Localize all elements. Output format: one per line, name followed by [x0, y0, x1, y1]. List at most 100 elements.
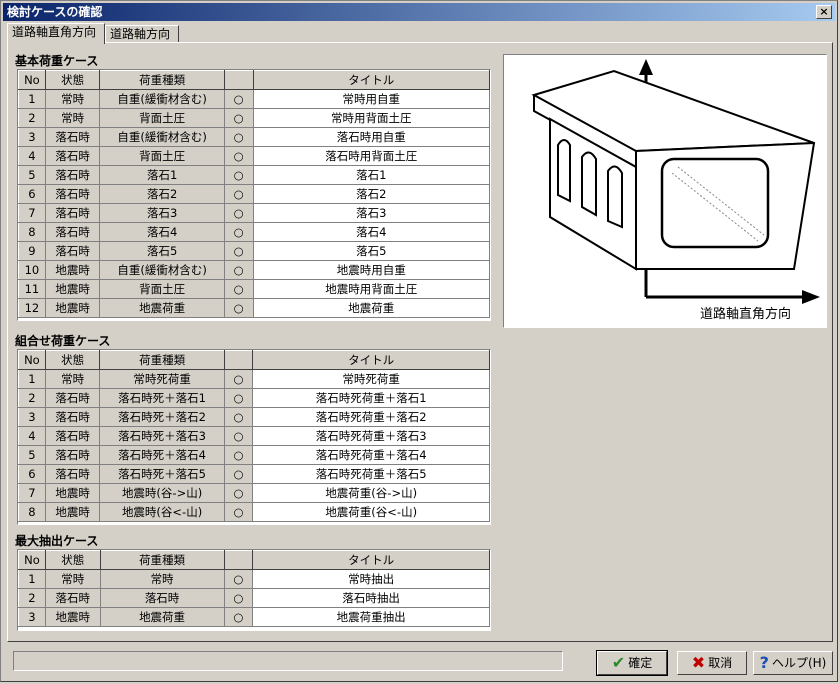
- state-cell: 常時: [44, 569, 101, 589]
- title-cell: 落石時死荷重＋落石1: [252, 388, 490, 408]
- box-culvert-illustration: [531, 59, 820, 304]
- table-row[interactable]: 7 落石時 落石3 ○ 落石3: [18, 203, 491, 223]
- table-row[interactable]: 6 落石時 落石時死＋落石5 ○ 落石時死荷重＋落石5: [18, 464, 490, 484]
- check-cell[interactable]: ○: [223, 502, 254, 522]
- check-cell[interactable]: ○: [223, 588, 254, 608]
- table-row[interactable]: 4 落石時 背面土圧 ○ 落石時用背面土圧: [18, 146, 491, 166]
- state-cell: 落石時: [44, 426, 101, 446]
- title-bar: 検討ケースの確認 ×: [3, 3, 835, 21]
- max-cases-grid-frame: No 状態 荷重種類 タイトル 1 常時 常時 ○ 常時抽出 2 落石時 落石時 ○ 落石時抽出 3 地震時地…: [17, 549, 491, 631]
- table-row[interactable]: 10 地震時 自重(緩衝材含む) ○ 地震時用自重: [18, 260, 491, 280]
- table-row[interactable]: 11 地震時 背面土圧 ○ 地震時用背面土圧: [18, 279, 491, 299]
- column-header[interactable]: No: [18, 550, 46, 570]
- state-cell: 落石時: [44, 388, 101, 408]
- column-header[interactable]: タイトル: [252, 350, 490, 370]
- check-cell[interactable]: ○: [223, 241, 254, 261]
- column-header[interactable]: [223, 350, 254, 370]
- table-row[interactable]: 2 落石時 落石時死＋落石1 ○ 落石時死荷重＋落石1: [18, 388, 490, 408]
- table-row[interactable]: 8 落石時 落石4 ○ 落石4: [18, 222, 491, 242]
- cancel-button-label: 取消: [708, 656, 733, 670]
- close-button[interactable]: ×: [816, 5, 832, 19]
- column-header[interactable]: [223, 550, 254, 570]
- check-cell[interactable]: ○: [223, 279, 254, 299]
- title-cell: 地震荷重: [252, 298, 491, 318]
- load-type-cell: 背面土圧: [99, 279, 225, 299]
- row-number-cell: 9: [18, 241, 46, 261]
- column-header[interactable]: No: [18, 350, 46, 370]
- check-cell[interactable]: ○: [223, 203, 254, 223]
- check-cell[interactable]: ○: [223, 222, 254, 242]
- column-header[interactable]: タイトル: [252, 70, 491, 90]
- row-number-cell: 8: [18, 222, 46, 242]
- table-row[interactable]: 1 常時 常時死荷重 ○ 常時死荷重: [18, 369, 490, 389]
- row-number-cell: 3: [18, 127, 46, 147]
- check-cell[interactable]: ○: [223, 108, 254, 128]
- check-cell[interactable]: ○: [223, 369, 254, 389]
- column-header[interactable]: 荷重種類: [99, 70, 225, 90]
- row-number-cell: 1: [18, 89, 46, 109]
- column-header[interactable]: 状態: [44, 550, 101, 570]
- help-button[interactable]: ? ヘルプ(H): [753, 651, 833, 675]
- structure-diagram: 道路軸直角方向: [503, 54, 827, 328]
- column-header[interactable]: 荷重種類: [99, 550, 225, 570]
- row-number-cell: 3: [18, 607, 46, 627]
- check-cell[interactable]: ○: [223, 407, 254, 427]
- cancel-button[interactable]: ✖ 取消: [677, 651, 747, 675]
- load-type-cell: 落石4: [99, 222, 225, 242]
- column-header[interactable]: 荷重種類: [99, 350, 225, 370]
- table-row[interactable]: 1 常時 自重(緩衝材含む) ○ 常時用自重: [18, 89, 491, 109]
- column-header[interactable]: No: [18, 70, 46, 90]
- check-cell[interactable]: ○: [223, 146, 254, 166]
- check-cell[interactable]: ○: [223, 607, 254, 627]
- column-header[interactable]: [223, 70, 254, 90]
- table-row[interactable]: 3 地震時 地震荷重 ○ 地震荷重抽出: [18, 607, 490, 627]
- title-cell: 地震荷重(谷<-山): [252, 502, 490, 522]
- load-type-cell: 地震時(谷<-山): [99, 502, 225, 522]
- check-cell[interactable]: ○: [223, 388, 254, 408]
- load-type-cell: 常時死荷重: [99, 369, 225, 389]
- row-number-cell: 3: [18, 407, 46, 427]
- state-cell: 落石時: [44, 241, 101, 261]
- window-title: 検討ケースの確認: [7, 5, 103, 19]
- tab-road-perpendicular[interactable]: 道路軸直角方向: [7, 23, 105, 44]
- check-cell[interactable]: ○: [223, 426, 254, 446]
- check-cell[interactable]: ○: [223, 127, 254, 147]
- title-cell: 常時抽出: [252, 569, 490, 589]
- confirm-button[interactable]: ✔ 確定: [596, 650, 668, 676]
- title-cell: 落石時死荷重＋落石4: [252, 445, 490, 465]
- state-cell: 地震時: [44, 279, 101, 299]
- help-button-label: ヘルプ(H): [771, 656, 827, 670]
- check-cell[interactable]: ○: [223, 569, 254, 589]
- column-header[interactable]: タイトル: [252, 550, 490, 570]
- state-cell: 地震時: [44, 483, 101, 503]
- table-row[interactable]: 2 常時 背面土圧 ○ 常時用背面土圧: [18, 108, 491, 128]
- table-row[interactable]: 3 落石時 自重(緩衝材含む) ○ 落石時用自重: [18, 127, 491, 147]
- check-cell[interactable]: ○: [223, 260, 254, 280]
- table-row[interactable]: 8 地震時 地震時(谷<-山) ○ 地震荷重(谷<-山): [18, 502, 490, 522]
- table-row[interactable]: 3 落石時 落石時死＋落石2 ○ 落石時死荷重＋落石2: [18, 407, 490, 427]
- check-cell[interactable]: ○: [223, 298, 254, 318]
- table-row[interactable]: 1 常時 常時 ○ 常時抽出: [18, 569, 490, 589]
- table-header-row: No 状態 荷重種類 タイトル: [18, 350, 490, 370]
- title-cell: 落石時抽出: [252, 588, 490, 608]
- table-row[interactable]: 6 落石時 落石2 ○ 落石2: [18, 184, 491, 204]
- table-row[interactable]: 12 地震時 地震荷重 ○ 地震荷重: [18, 298, 491, 318]
- check-cell[interactable]: ○: [223, 184, 254, 204]
- column-header[interactable]: 状態: [44, 350, 101, 370]
- table-row[interactable]: 4 落石時 落石時死＋落石3 ○ 落石時死荷重＋落石3: [18, 426, 490, 446]
- close-icon: ×: [819, 5, 829, 18]
- table-row[interactable]: 9 落石時 落石5 ○ 落石5: [18, 241, 491, 261]
- check-cell[interactable]: ○: [223, 89, 254, 109]
- title-cell: 落石2: [252, 184, 491, 204]
- check-cell[interactable]: ○: [223, 464, 254, 484]
- table-row[interactable]: 7 地震時 地震時(谷->山) ○ 地震荷重(谷->山): [18, 483, 490, 503]
- table-row[interactable]: 5 落石時 落石1 ○ 落石1: [18, 165, 491, 185]
- load-type-cell: 自重(緩衝材含む): [99, 89, 225, 109]
- check-cell[interactable]: ○: [223, 445, 254, 465]
- column-header[interactable]: 状態: [44, 70, 101, 90]
- table-row[interactable]: 2 落石時 落石時 ○ 落石時抽出: [18, 588, 490, 608]
- check-cell[interactable]: ○: [223, 483, 254, 503]
- tab-road-axial[interactable]: 道路軸方向: [105, 25, 179, 43]
- check-cell[interactable]: ○: [223, 165, 254, 185]
- table-row[interactable]: 5 落石時 落石時死＋落石4 ○ 落石時死荷重＋落石4: [18, 445, 490, 465]
